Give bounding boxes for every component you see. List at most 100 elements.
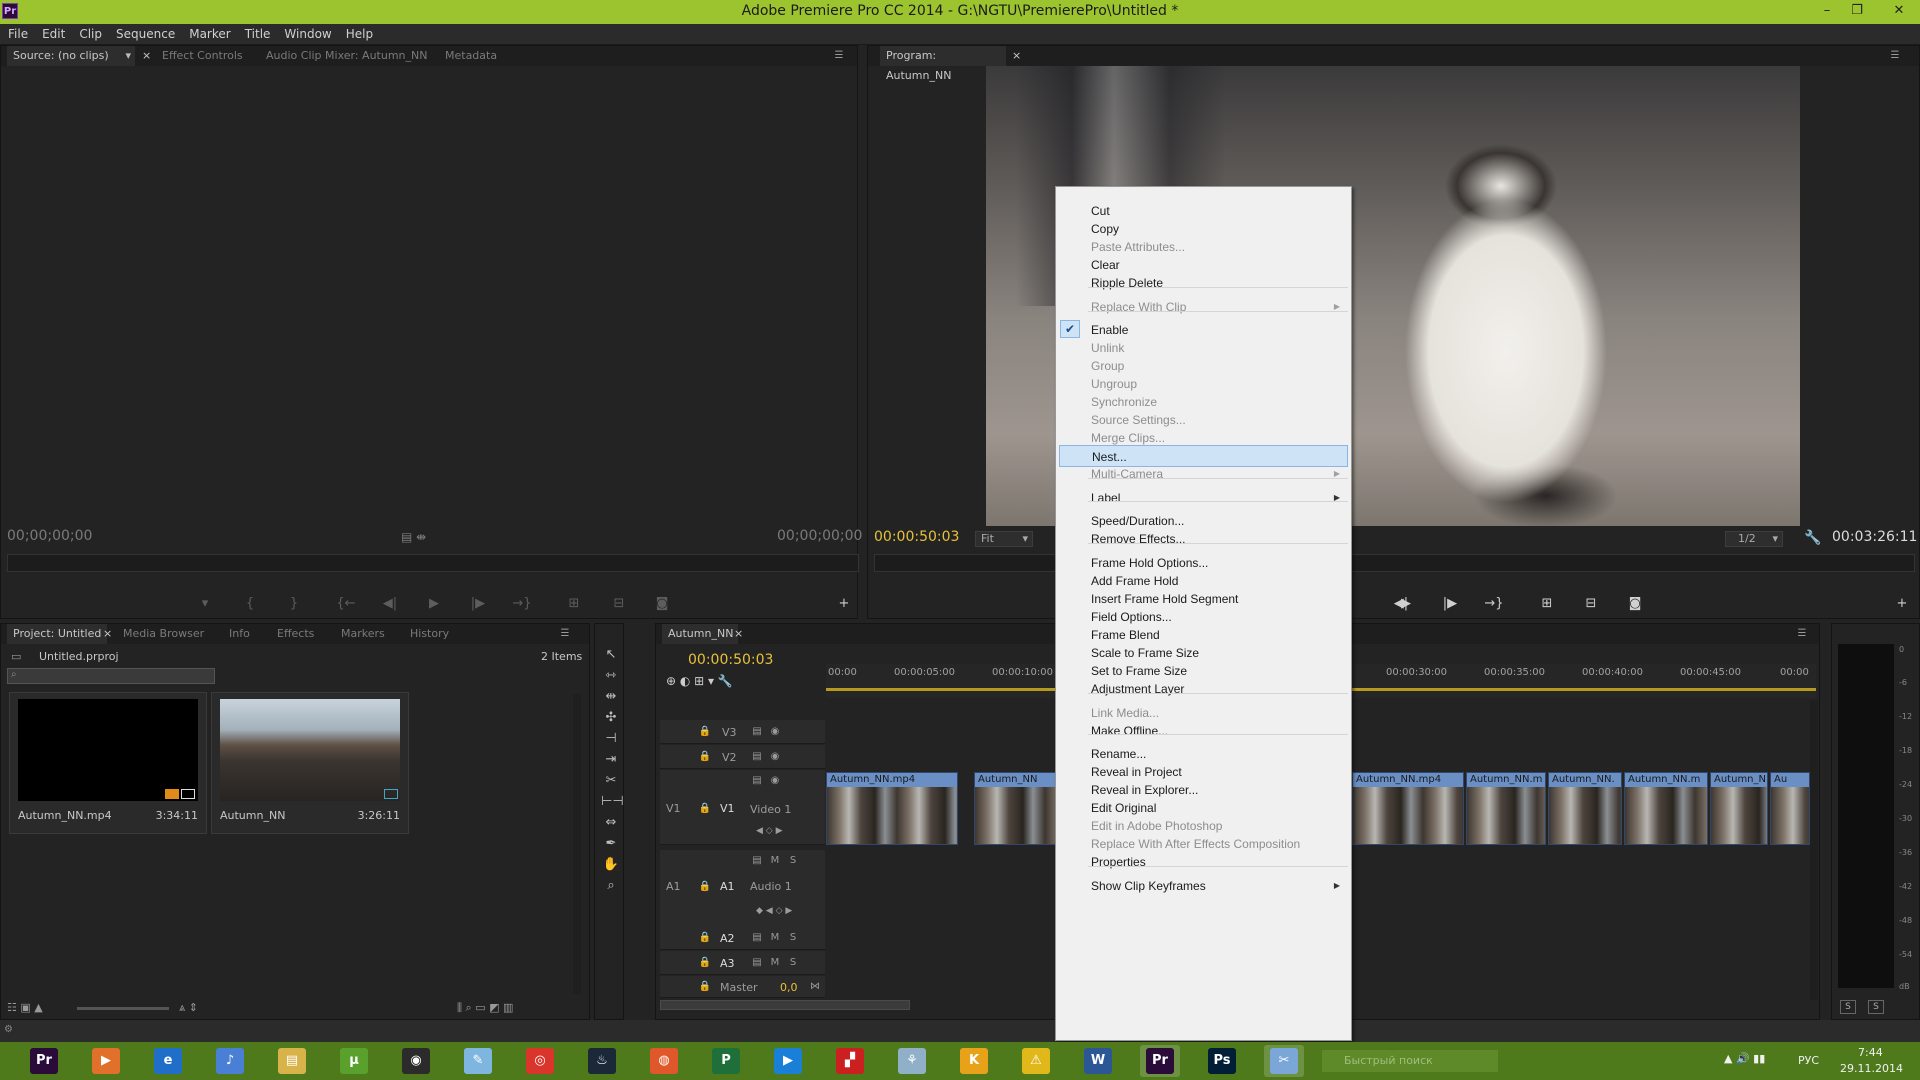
sync-lock-icon[interactable]: ▤	[750, 750, 764, 764]
close-tab-icon[interactable]: ×	[728, 624, 749, 644]
sync-lock-icon[interactable]: ▤	[750, 854, 764, 868]
taskbar-app-icon[interactable]: ▶	[86, 1045, 126, 1077]
menu-marker[interactable]: Marker	[182, 24, 237, 45]
timeline-clip[interactable]: Au	[1770, 772, 1810, 845]
taskbar-app-icon[interactable]: ◎	[520, 1045, 560, 1077]
taskbar-app-icon[interactable]: ✂	[1264, 1045, 1304, 1077]
menu-window[interactable]: Window	[277, 24, 338, 45]
close-tab-icon[interactable]: ×	[1006, 46, 1027, 66]
mute-button[interactable]: M	[768, 956, 782, 970]
sync-lock-icon[interactable]: ▤	[750, 725, 764, 739]
context-menu-item-label[interactable]: Label ▶	[1059, 487, 1348, 509]
taskbar-app-icon[interactable]: ◉	[396, 1045, 436, 1077]
project-search-input[interactable]: ⌕	[7, 668, 215, 684]
export-frame-icon[interactable]: ◙	[649, 594, 675, 614]
tab-timeline[interactable]: Autumn_NN	[662, 624, 738, 644]
menu-clip[interactable]: Clip	[72, 24, 109, 45]
tab-program[interactable]: Program: Autumn_NN ▾	[880, 46, 1006, 82]
taskbar-app-icon[interactable]: ◍	[644, 1045, 684, 1077]
taskbar-app-icon[interactable]: P	[706, 1045, 746, 1077]
menu-title[interactable]: Title	[238, 24, 278, 45]
timeline-clip[interactable]: Autumn_NN.m	[1624, 772, 1708, 845]
step-forward-icon[interactable]: |▶	[465, 594, 491, 614]
master-nav-icon[interactable]: ⋈	[808, 980, 822, 994]
sync-lock-icon[interactable]: ▤	[750, 774, 764, 788]
chevron-down-icon[interactable]: ▾	[125, 46, 131, 66]
resolution-dropdown[interactable]: 1/2 ▾	[1725, 531, 1783, 547]
keyframe-nav-icon[interactable]: ◀ ◇ ▶	[756, 826, 783, 836]
add-marker-icon[interactable]: ▾	[192, 594, 218, 614]
project-bottom-tools[interactable]: ⫼ ⌕ ▭ ◩ ▥	[457, 1001, 513, 1015]
step-back-icon[interactable]: ◀|	[377, 594, 403, 614]
overwrite-icon[interactable]: ⊟	[606, 594, 632, 614]
close-button[interactable]: ✕	[1888, 2, 1910, 20]
context-menu-item-show-clip-keyframes[interactable]: Show Clip Keyframes ▶	[1059, 875, 1348, 897]
menu-edit[interactable]: Edit	[35, 24, 72, 45]
timeline-vertical-scrollbar[interactable]	[1810, 700, 1818, 1000]
program-timecode[interactable]: 00:00:50:03	[874, 529, 959, 545]
lock-icon[interactable]: 🔒	[698, 802, 712, 816]
lock-icon[interactable]: 🔒	[698, 750, 712, 764]
taskbar-app-icon[interactable]: K	[954, 1045, 994, 1077]
solo-button[interactable]: S	[786, 956, 800, 970]
taskbar-app-icon[interactable]: ▶	[768, 1045, 808, 1077]
track-label-a1[interactable]: A1	[720, 880, 735, 893]
timeline-clip[interactable]: Autumn_NN.m	[1466, 772, 1546, 845]
tab-history[interactable]: History	[404, 624, 455, 644]
taskbar-app-icon[interactable]: ▞	[830, 1045, 870, 1077]
export-frame-icon[interactable]: ◙	[1622, 594, 1648, 614]
solo-button[interactable]: S	[786, 931, 800, 945]
taskbar-app-icon[interactable]: Pr	[24, 1045, 64, 1077]
timeline-tool-icons[interactable]: ⊕ ◐ ⊞ ▾ 🔧	[666, 674, 733, 688]
eye-icon[interactable]: ◉	[768, 774, 782, 788]
panel-menu-icon[interactable]: ☰	[831, 50, 847, 62]
track-label-a3[interactable]: A3	[720, 957, 735, 970]
fit-dropdown[interactable]: Fit ▾	[975, 531, 1033, 547]
menu-help[interactable]: Help	[339, 24, 380, 45]
timeline-clip[interactable]: Autumn_N	[1710, 772, 1768, 845]
restore-button[interactable]: ❐	[1846, 2, 1868, 20]
go-to-out-icon[interactable]: →}	[509, 594, 535, 614]
context-menu-item-adjustment-layer[interactable]: Adjustment Layer	[1059, 678, 1348, 700]
panel-menu-icon[interactable]: ☰	[1794, 628, 1810, 640]
taskbar-app-icon[interactable]: ⚠	[1016, 1045, 1056, 1077]
source-timecode-left[interactable]: 00;00;00;00	[7, 528, 92, 544]
timeline-clip[interactable]: Autumn_NN	[974, 772, 1056, 845]
context-menu-item-remove-effects[interactable]: Remove Effects...	[1059, 528, 1348, 550]
lock-icon[interactable]: 🔒	[698, 956, 712, 970]
timeline-timecode[interactable]: 00:00:50:03	[688, 652, 773, 668]
tools-column[interactable]: ↖ ⇿ ⇹ ✣ ⊣ ⇥ ✂ ⊢⊣ ⇔ ✒ ✋ ⌕	[601, 644, 624, 934]
taskbar-app-icon[interactable]: ♪	[210, 1045, 250, 1077]
eye-icon[interactable]: ◉	[768, 725, 782, 739]
tab-metadata[interactable]: Metadata	[439, 46, 503, 66]
timeline-clip[interactable]: Autumn_NN.mp4	[1352, 772, 1464, 845]
wrench-icon[interactable]: 🔧	[1804, 530, 1821, 546]
taskbar-app-icon[interactable]: ⚘	[892, 1045, 932, 1077]
menu-sequence[interactable]: Sequence	[109, 24, 182, 45]
taskbar-app-icon[interactable]: W	[1078, 1045, 1118, 1077]
taskbar-app-icon[interactable]: µ	[334, 1045, 374, 1077]
extract-icon[interactable]: ⊟	[1578, 594, 1604, 614]
step-forward-icon[interactable]: |▶	[1437, 594, 1463, 614]
menu-file[interactable]: File	[0, 24, 35, 45]
context-menu-item-make-offline[interactable]: Make Offline...	[1059, 720, 1348, 742]
panel-menu-icon[interactable]: ☰	[1887, 50, 1903, 62]
tab-project[interactable]: Project: Untitled	[7, 624, 108, 644]
sync-lock-icon[interactable]: ▤	[750, 931, 764, 945]
project-scrollbar[interactable]	[573, 694, 581, 994]
add-button-icon[interactable]: +	[1889, 594, 1915, 614]
clock-time[interactable]: 7:44	[1858, 1046, 1883, 1059]
tray-icons[interactable]: ▲ 🔊 ▮▮	[1724, 1052, 1765, 1065]
mark-in-icon[interactable]: {	[237, 594, 263, 614]
quick-search-input[interactable]: Быстрый поиск	[1322, 1050, 1498, 1072]
insert-icon[interactable]: ⊞	[561, 594, 587, 614]
taskbar-app-icon[interactable]: ♨	[582, 1045, 622, 1077]
program-scrub-bar[interactable]	[874, 554, 1915, 572]
taskbar-app-icon[interactable]: ▤	[272, 1045, 312, 1077]
play-icon[interactable]: ▶	[1393, 594, 1419, 614]
tab-info[interactable]: Info	[223, 624, 256, 644]
taskbar-app-icon[interactable]: Pr	[1140, 1045, 1180, 1077]
go-to-in-icon[interactable]: {←	[333, 594, 359, 614]
master-volume[interactable]: 0,0	[780, 981, 798, 994]
mute-button[interactable]: M	[768, 854, 782, 868]
